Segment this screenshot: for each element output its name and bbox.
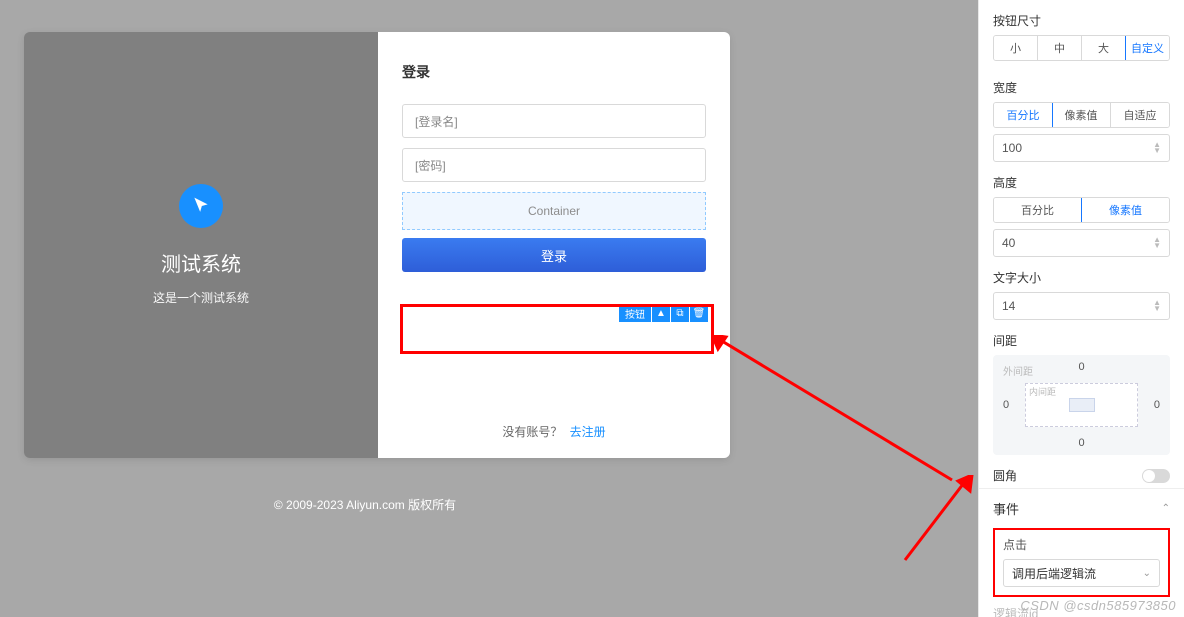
canvas-area: 测试系统 这是一个测试系统 登录 [登录名] [密码] Container 登录… bbox=[0, 0, 978, 617]
height-percent[interactable]: 百分比 bbox=[994, 198, 1082, 222]
size-small[interactable]: 小 bbox=[994, 36, 1038, 60]
cursor-icon bbox=[179, 184, 223, 228]
font-size-input[interactable]: 14 ▲▼ bbox=[993, 292, 1170, 320]
login-button[interactable]: 登录 bbox=[402, 238, 706, 272]
stepper-icon[interactable]: ▲▼ bbox=[1153, 300, 1161, 312]
properties-panel: 按钮尺寸 小 中 大 自定义 宽度 百分比 像素值 自适应 100 ▲▼ 高度 … bbox=[978, 0, 1184, 617]
size-large[interactable]: 大 bbox=[1082, 36, 1126, 60]
height-segment: 百分比 像素值 bbox=[993, 197, 1170, 223]
selection-label[interactable]: 按钮 bbox=[619, 304, 651, 322]
login-card: 测试系统 这是一个测试系统 登录 [登录名] [密码] Container 登录… bbox=[24, 32, 730, 458]
chevron-up-icon: ⌃ bbox=[1162, 503, 1170, 514]
register-link[interactable]: 去注册 bbox=[570, 425, 606, 439]
click-action-select[interactable]: 调用后端逻辑流 ⌄ bbox=[1003, 559, 1160, 587]
login-left-pane: 测试系统 这是一个测试系统 bbox=[24, 32, 378, 458]
height-input[interactable]: 40 ▲▼ bbox=[993, 229, 1170, 257]
register-row: 没有账号？ 去注册 bbox=[402, 423, 706, 440]
click-label: 点击 bbox=[1003, 536, 1160, 553]
system-title: 测试系统 bbox=[161, 248, 241, 277]
annotation-arrow-2 bbox=[900, 475, 980, 570]
selection-move-up-icon[interactable]: ▲ bbox=[652, 304, 670, 322]
width-percent[interactable]: 百分比 bbox=[993, 102, 1053, 128]
spacing-box[interactable]: 外间距 0 0 0 0 内间距 bbox=[993, 355, 1170, 455]
radius-toggle[interactable] bbox=[1142, 469, 1170, 483]
size-medium[interactable]: 中 bbox=[1038, 36, 1082, 60]
width-label: 宽度 bbox=[993, 79, 1170, 96]
font-size-label: 文字大小 bbox=[993, 269, 1170, 286]
system-subtitle: 这是一个测试系统 bbox=[153, 289, 249, 306]
chevron-down-icon: ⌄ bbox=[1143, 568, 1151, 579]
annotation-arrow-1 bbox=[712, 335, 962, 490]
radius-label: 圆角 bbox=[993, 467, 1017, 484]
button-size-label: 按钮尺寸 bbox=[993, 12, 1170, 29]
height-px[interactable]: 像素值 bbox=[1081, 197, 1170, 223]
height-label: 高度 bbox=[993, 174, 1170, 191]
selection-delete-icon[interactable]: 🗑 bbox=[690, 304, 708, 322]
login-right-pane: 登录 [登录名] [密码] Container 登录 没有账号？ 去注册 bbox=[378, 32, 730, 458]
width-segment: 百分比 像素值 自适应 bbox=[993, 102, 1170, 128]
container-slot[interactable]: Container bbox=[402, 192, 706, 230]
stepper-icon[interactable]: ▲▼ bbox=[1153, 237, 1161, 249]
no-account-text: 没有账号？ bbox=[502, 425, 562, 439]
events-section-header[interactable]: 事件 ⌃ bbox=[979, 488, 1184, 528]
stepper-icon[interactable]: ▲▼ bbox=[1153, 142, 1161, 154]
width-px[interactable]: 像素值 bbox=[1052, 103, 1111, 127]
selection-copy-icon[interactable]: ⧉ bbox=[671, 304, 689, 322]
size-segment: 小 中 大 自定义 bbox=[993, 35, 1170, 61]
width-auto[interactable]: 自适应 bbox=[1111, 103, 1169, 127]
spacing-label: 间距 bbox=[993, 332, 1170, 349]
copyright-text: © 2009-2023 Aliyun.com 版权所有 bbox=[0, 496, 730, 513]
logic-id-label: 逻辑流id bbox=[993, 605, 1170, 617]
selection-toolbar: 按钮 ▲ ⧉ 🗑 bbox=[619, 304, 708, 322]
spacing-center-icon bbox=[1069, 398, 1095, 412]
password-input[interactable]: [密码] bbox=[402, 148, 706, 182]
width-input[interactable]: 100 ▲▼ bbox=[993, 134, 1170, 162]
login-heading: 登录 bbox=[402, 62, 706, 82]
username-input[interactable]: [登录名] bbox=[402, 104, 706, 138]
click-event-box: 点击 调用后端逻辑流 ⌄ bbox=[993, 528, 1170, 597]
size-custom[interactable]: 自定义 bbox=[1125, 35, 1170, 61]
